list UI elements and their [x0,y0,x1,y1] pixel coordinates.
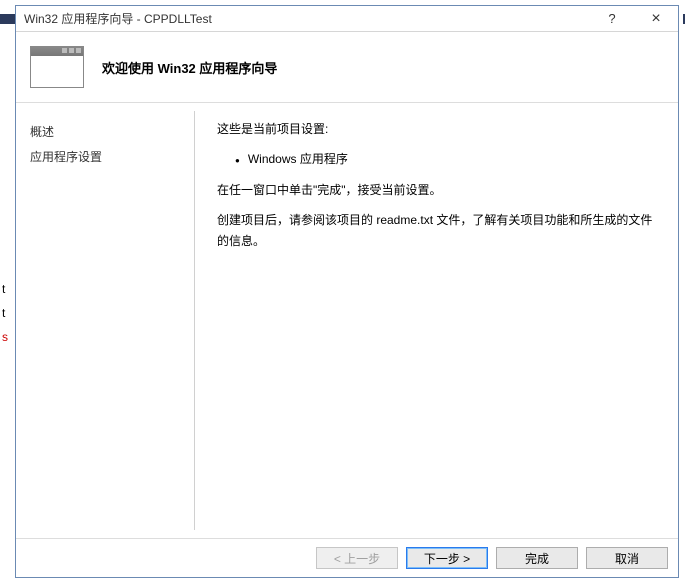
wizard-body: 概述 应用程序设置 这些是当前项目设置: ● Windows 应用程序 在任一窗… [16,102,678,538]
wizard-footer: < 上一步 下一步 > 完成 取消 [16,538,678,577]
wizard-header: 欢迎使用 Win32 应用程序向导 [16,32,678,102]
close-icon: × [651,10,660,28]
help-icon: ? [608,11,615,26]
settings-bullet: ● Windows 应用程序 [217,149,660,169]
sidebar: 概述 应用程序设置 [16,103,194,538]
bullet-text: Windows 应用程序 [248,149,348,169]
content-intro: 这些是当前项目设置: [217,119,660,139]
finish-button[interactable]: 完成 [496,547,578,569]
bg-letter: t [2,306,5,320]
sidebar-item-label: 概述 [30,125,54,139]
bg-letter: s [2,330,8,344]
content-area: 这些是当前项目设置: ● Windows 应用程序 在任一窗口中单击"完成"，接… [195,103,678,538]
prev-button: < 上一步 [316,547,398,569]
next-button[interactable]: 下一步 > [406,547,488,569]
wizard-title: 欢迎使用 Win32 应用程序向导 [102,58,277,77]
titlebar: Win32 应用程序向导 - CPPDLLTest ? × [16,6,678,32]
sidebar-item-overview[interactable]: 概述 [30,119,180,144]
app-window-icon [30,46,84,88]
content-line-finish: 在任一窗口中单击"完成"，接受当前设置。 [217,180,660,200]
cancel-button[interactable]: 取消 [586,547,668,569]
sidebar-item-label: 应用程序设置 [30,150,102,164]
bullet-icon: ● [235,154,240,168]
help-button[interactable]: ? [590,6,634,32]
content-line-readme: 创建项目后，请参阅该项目的 readme.txt 文件，了解有关项目功能和所生成… [217,210,660,251]
background-stripe-left [0,14,15,24]
bg-letter: t [2,282,5,296]
wizard-dialog: Win32 应用程序向导 - CPPDLLTest ? × 欢迎使用 Win32… [15,5,679,578]
sidebar-item-app-settings[interactable]: 应用程序设置 [30,144,180,169]
window-title: Win32 应用程序向导 - CPPDLLTest [24,10,590,27]
close-button[interactable]: × [634,6,678,32]
